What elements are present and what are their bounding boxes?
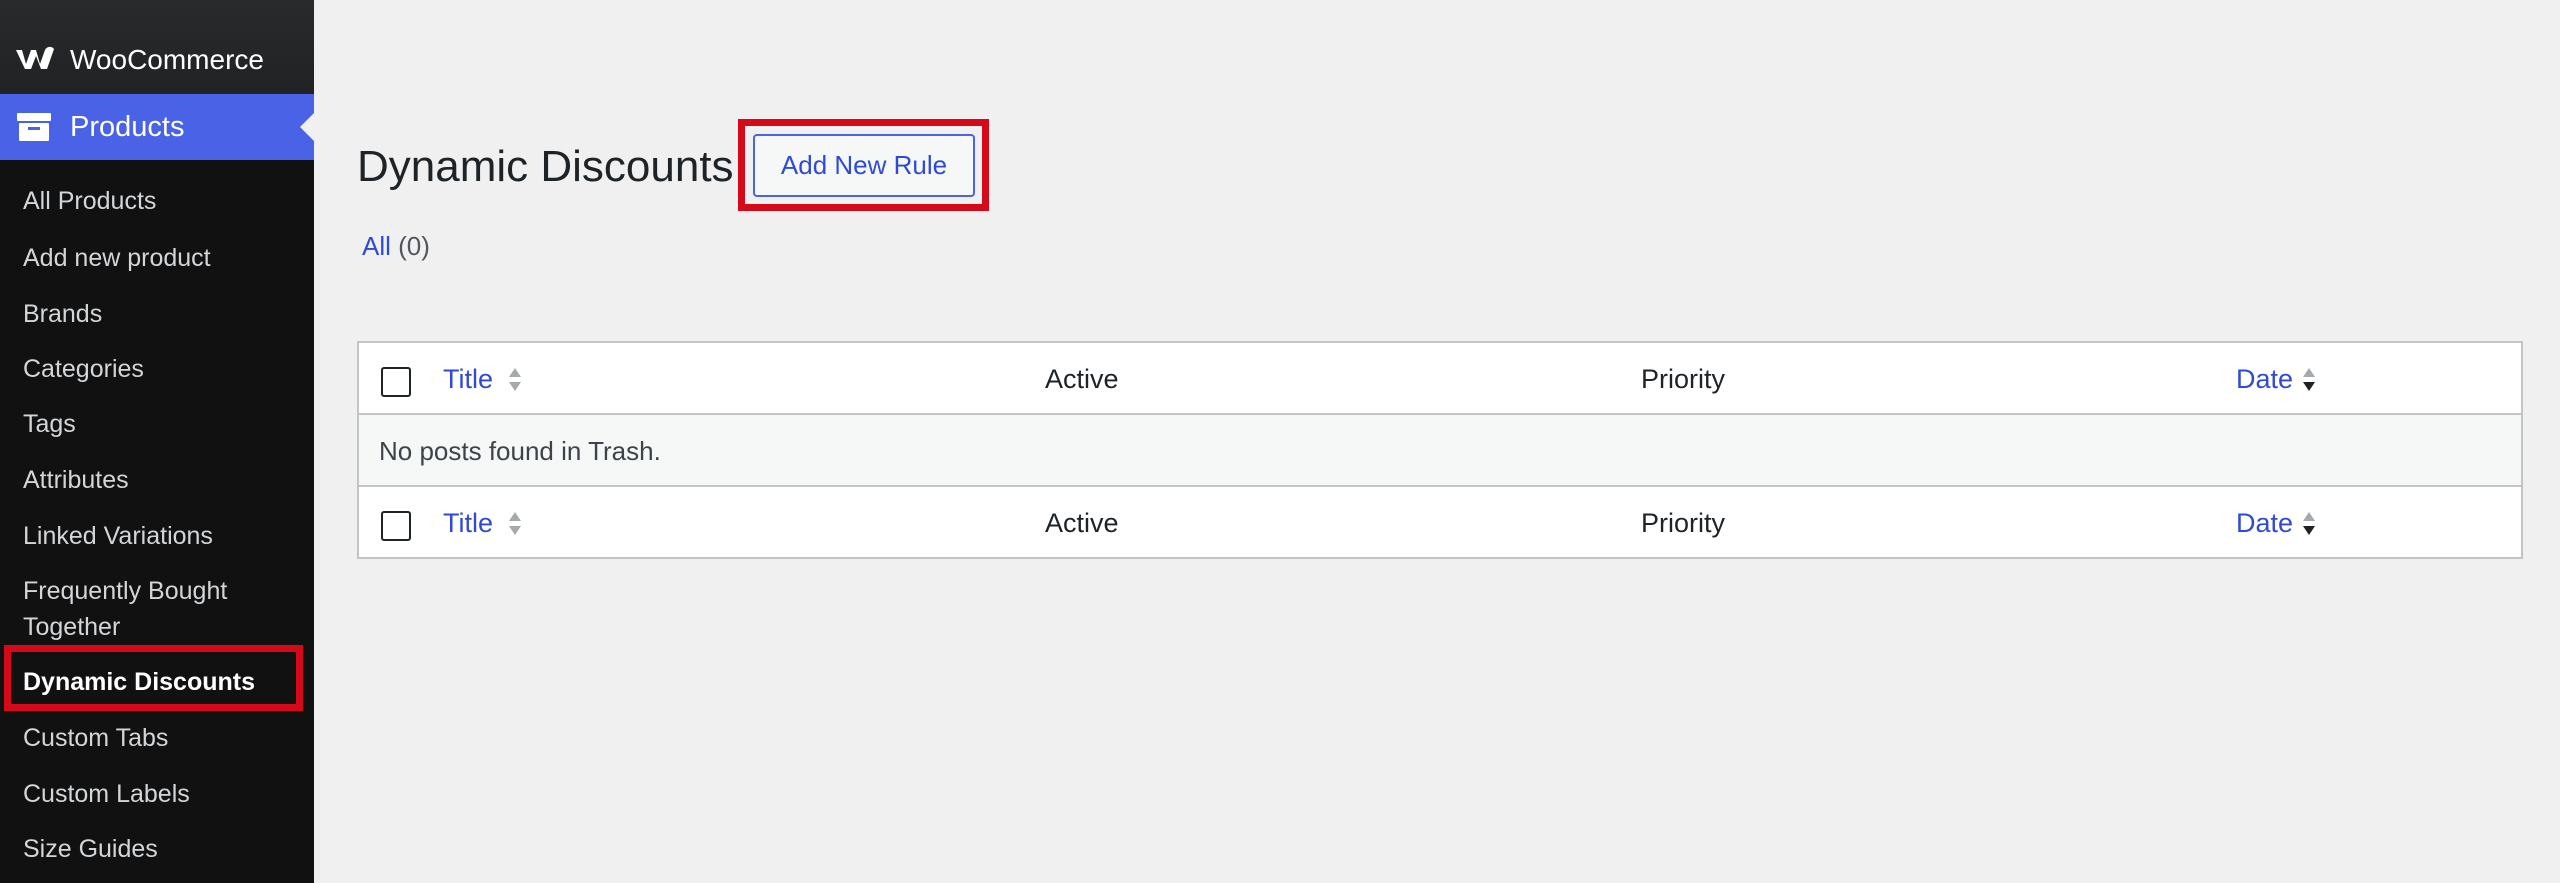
- submenu-item-custom-labels[interactable]: Custom Labels: [23, 776, 303, 812]
- column-date-header[interactable]: Date: [2236, 362, 2293, 396]
- select-all-checkbox-footer[interactable]: [381, 511, 411, 541]
- status-filter: All (0): [362, 230, 430, 262]
- admin-sidebar: WooCommerce Products All Products Add ne…: [0, 0, 314, 883]
- column-title-footer[interactable]: Title: [443, 506, 493, 540]
- rules-table: Title Active Priority Date No posts foun…: [357, 341, 2523, 559]
- add-new-rule-button[interactable]: Add New Rule: [753, 134, 975, 197]
- empty-message: No posts found in Trash.: [379, 436, 661, 466]
- column-priority-footer: Priority: [1641, 508, 1726, 538]
- woocommerce-logo-icon: [16, 46, 54, 69]
- sort-arrows-icon[interactable]: [507, 508, 523, 538]
- woocommerce-title: WooCommerce: [70, 44, 264, 75]
- page-title: Dynamic Discounts: [357, 142, 734, 191]
- select-all-checkbox[interactable]: [381, 367, 411, 397]
- sidebar-item-products[interactable]: Products: [0, 94, 314, 160]
- submenu-item-custom-tabs[interactable]: Custom Tabs: [23, 720, 303, 756]
- sort-desc-icon[interactable]: [2301, 508, 2317, 538]
- filter-all-count: (0): [398, 231, 430, 261]
- column-active-footer: Active: [1045, 508, 1119, 538]
- sidebar-item-label: Products: [70, 111, 185, 143]
- column-active-header: Active: [1045, 364, 1119, 394]
- submenu-item-frequently-bought-together[interactable]: Frequently Bought Together: [23, 573, 283, 645]
- table-row-empty: No posts found in Trash.: [359, 415, 2521, 487]
- column-date-footer[interactable]: Date: [2236, 506, 2293, 540]
- current-menu-arrow: [300, 113, 314, 141]
- submenu-item-attributes[interactable]: Attributes: [23, 462, 303, 498]
- archive-box-icon: [17, 113, 51, 141]
- highlight-box-dynamic-discounts: [4, 645, 303, 711]
- submenu-item-categories[interactable]: Categories: [23, 351, 303, 387]
- sort-arrows-icon[interactable]: [507, 364, 523, 394]
- filter-all-link[interactable]: All: [362, 231, 391, 261]
- woocommerce-menu-header[interactable]: WooCommerce: [0, 0, 314, 94]
- submenu-item-add-new-product[interactable]: Add new product: [23, 240, 303, 276]
- submenu-item-linked-variations[interactable]: Linked Variations: [23, 518, 303, 554]
- column-title-header[interactable]: Title: [443, 362, 493, 396]
- submenu-item-tags[interactable]: Tags: [23, 406, 303, 442]
- column-priority-header: Priority: [1641, 364, 1726, 394]
- submenu-item-brands[interactable]: Brands: [23, 296, 303, 332]
- table-footer-row: Title Active Priority Date: [359, 487, 2521, 557]
- sort-desc-icon[interactable]: [2301, 364, 2317, 394]
- submenu-item-size-guides[interactable]: Size Guides: [23, 831, 303, 867]
- submenu-item-all-products[interactable]: All Products: [23, 183, 303, 219]
- table-header-row: Title Active Priority Date: [359, 343, 2521, 415]
